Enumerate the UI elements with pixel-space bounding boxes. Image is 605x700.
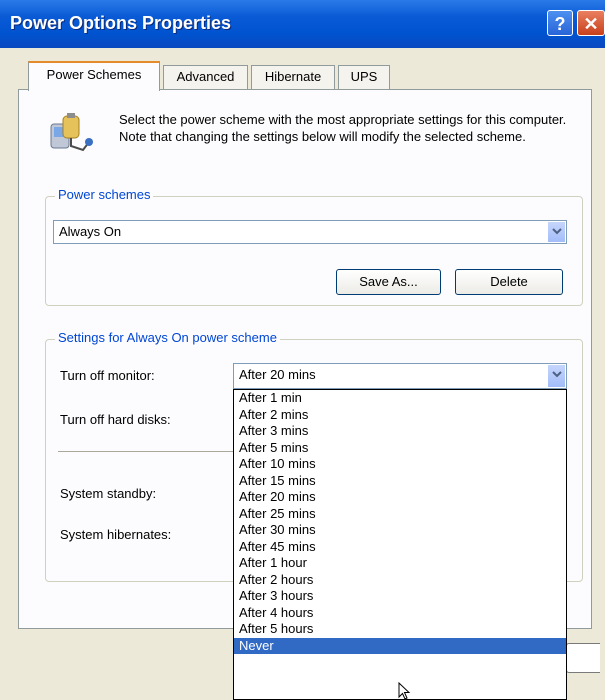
- system-standby-label: System standby:: [60, 486, 157, 501]
- dropdown-option[interactable]: After 1 min: [234, 390, 566, 407]
- dropdown-option[interactable]: After 1 hour: [234, 555, 566, 572]
- power-scheme-select[interactable]: Always On: [53, 220, 567, 244]
- dropdown-option[interactable]: After 30 mins: [234, 522, 566, 539]
- help-button[interactable]: ?: [547, 10, 573, 36]
- tab-advanced[interactable]: Advanced: [163, 65, 248, 89]
- dropdown-option[interactable]: After 10 mins: [234, 456, 566, 473]
- close-button[interactable]: ✕: [577, 10, 605, 36]
- chevron-down-icon[interactable]: [547, 222, 565, 242]
- power-scheme-icon: [50, 113, 93, 152]
- dropdown-option[interactable]: After 2 mins: [234, 407, 566, 424]
- turn-off-monitor-label: Turn off monitor:: [60, 368, 155, 383]
- dropdown-option[interactable]: After 15 mins: [234, 473, 566, 490]
- delete-button[interactable]: Delete: [455, 269, 563, 295]
- dropdown-option-highlighted[interactable]: Never: [234, 637, 566, 654]
- mouse-cursor-icon: [398, 682, 411, 700]
- dropdown-option[interactable]: After 3 hours: [234, 588, 566, 605]
- chevron-down-icon[interactable]: [547, 365, 565, 387]
- turn-off-monitor-value: After 20 mins: [239, 367, 316, 382]
- help-icon: ?: [554, 14, 566, 34]
- dropdown-option[interactable]: After 25 mins: [234, 506, 566, 523]
- window-title: Power Options Properties: [10, 13, 232, 33]
- settings-divider: [58, 451, 236, 452]
- title-bar[interactable]: Power Options Properties ? ✕: [0, 0, 605, 48]
- dropdown-option[interactable]: After 20 mins: [234, 489, 566, 506]
- settings-legend: Settings for Always On power scheme: [55, 330, 280, 346]
- monitor-dropdown-list[interactable]: After 1 min After 2 mins After 3 mins Af…: [233, 389, 567, 700]
- dropdown-option[interactable]: After 5 hours: [234, 621, 566, 638]
- dropdown-option[interactable]: After 5 mins: [234, 440, 566, 457]
- power-schemes-legend: Power schemes: [55, 187, 154, 203]
- power-options-window: Power Options Properties ? ✕ Power Schem…: [0, 0, 605, 700]
- power-scheme-value: Always On: [59, 224, 122, 239]
- dropdown-option[interactable]: After 3 mins: [234, 423, 566, 440]
- save-as-button[interactable]: Save As...: [336, 269, 441, 295]
- tab-power-schemes[interactable]: Power Schemes: [28, 61, 160, 91]
- turn-off-hard-disks-label: Turn off hard disks:: [60, 412, 171, 427]
- dialog-button-partial[interactable]: [566, 643, 600, 673]
- dropdown-option[interactable]: After 2 hours: [234, 572, 566, 589]
- turn-off-monitor-select[interactable]: After 20 mins: [233, 363, 567, 389]
- tab-hibernate[interactable]: Hibernate: [251, 65, 335, 89]
- tab-ups[interactable]: UPS: [338, 65, 390, 89]
- dropdown-option[interactable]: After 45 mins: [234, 539, 566, 556]
- system-hibernates-label: System hibernates:: [60, 527, 172, 542]
- dropdown-option[interactable]: After 4 hours: [234, 605, 566, 622]
- scheme-description: Select the power scheme with the most ap…: [119, 112, 567, 144]
- close-icon: ✕: [583, 14, 599, 34]
